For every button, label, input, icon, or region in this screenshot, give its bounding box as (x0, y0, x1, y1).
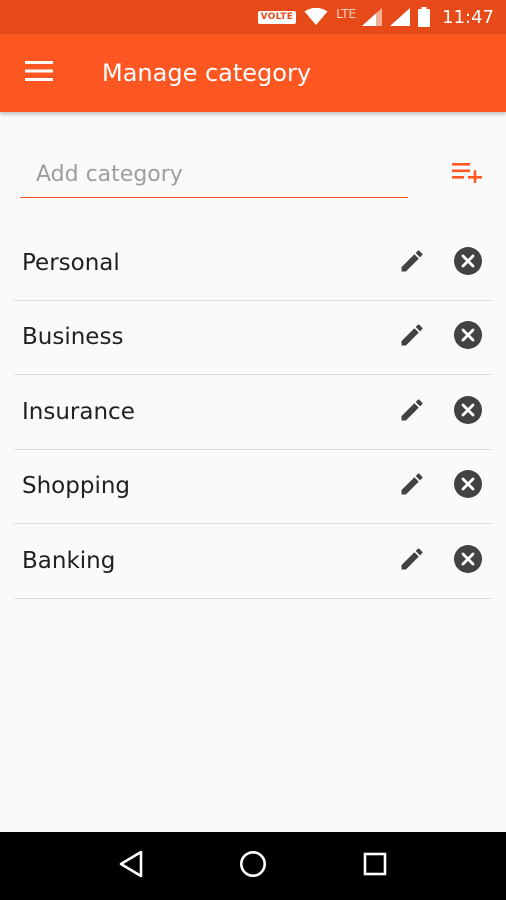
category-label: Insurance (22, 398, 135, 425)
add-category-row (20, 150, 486, 202)
list-item: Insurance (14, 375, 492, 450)
list-item: Business (14, 301, 492, 375)
add-category-input[interactable] (20, 158, 408, 198)
add-category-button[interactable] (448, 158, 486, 190)
lte-label: LTE (336, 7, 357, 21)
delete-button[interactable] (452, 395, 484, 429)
list-item: Shopping (14, 450, 492, 524)
home-button[interactable] (233, 846, 273, 886)
pencil-icon (398, 545, 426, 577)
hamburger-menu-icon (25, 60, 53, 86)
close-circle-icon (453, 246, 483, 280)
playlist-add-icon (452, 161, 482, 187)
home-circle-icon (239, 850, 267, 882)
delete-button[interactable] (452, 321, 484, 353)
edit-button[interactable] (396, 396, 428, 428)
close-circle-icon (453, 395, 483, 429)
category-label: Shopping (22, 473, 131, 500)
category-label: Personal (22, 249, 120, 276)
category-label: Business (22, 324, 124, 351)
pencil-icon (398, 321, 426, 353)
edit-button[interactable] (396, 545, 428, 577)
menu-button[interactable] (0, 34, 78, 112)
app-bar: Manage category (0, 34, 506, 112)
volte-badge: VOLTE (257, 10, 297, 24)
back-triangle-icon (118, 850, 144, 882)
page-title: Manage category (102, 59, 312, 87)
pencil-icon (398, 247, 426, 279)
recents-button[interactable] (355, 846, 395, 886)
navigation-bar (0, 832, 506, 900)
pencil-icon (398, 396, 426, 428)
delete-button[interactable] (452, 544, 484, 578)
wifi-icon (304, 8, 328, 26)
close-circle-icon (453, 469, 483, 503)
list-item: Banking (14, 524, 492, 599)
pencil-icon (398, 470, 426, 502)
edit-button[interactable] (396, 470, 428, 502)
close-circle-icon (453, 544, 483, 578)
signal-strength-icon-1 (362, 8, 383, 26)
category-list: Personal Business Insurance Shopping Ban… (14, 226, 492, 599)
battery-icon (418, 7, 431, 27)
signal-strength-icon-2 (390, 8, 411, 26)
recents-square-icon (363, 852, 387, 880)
category-label: Banking (22, 547, 116, 574)
edit-button[interactable] (396, 321, 428, 353)
list-item: Personal (14, 226, 492, 301)
close-circle-icon (453, 320, 483, 354)
delete-button[interactable] (452, 246, 484, 280)
edit-button[interactable] (396, 247, 428, 279)
back-button[interactable] (111, 846, 151, 886)
delete-button[interactable] (452, 470, 484, 502)
status-time: 11:47 (442, 6, 494, 28)
status-bar: VOLTE LTE 11:47 (0, 0, 506, 34)
